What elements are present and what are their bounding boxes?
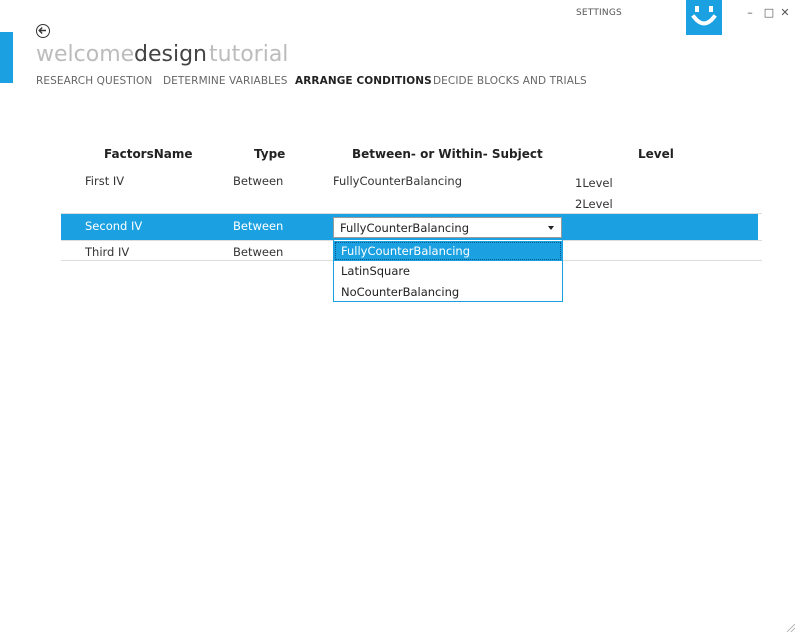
factor-type: Between	[233, 219, 284, 233]
close-button[interactable]: ✕	[779, 6, 791, 20]
factor-name: Second IV	[85, 219, 143, 233]
settings-link[interactable]: SETTINGS	[576, 8, 622, 18]
pivot-tutorial[interactable]: tutorial	[209, 42, 288, 67]
column-header-subject: Between- or Within- Subject	[352, 147, 543, 161]
maximize-button[interactable]: □	[763, 6, 775, 20]
factor-name: Third IV	[85, 245, 130, 259]
dropdown-option-latinsquare[interactable]: LatinSquare	[334, 261, 562, 281]
factor-name: First IV	[85, 174, 125, 188]
arrow-left-icon	[38, 27, 46, 34]
pivot-design[interactable]: design	[134, 42, 207, 67]
column-header-level: Level	[638, 147, 674, 161]
factor-type: Between	[233, 174, 284, 188]
level-item: 1Level	[575, 176, 613, 190]
dropdown-option-nocounterbalancing[interactable]: NoCounterBalancing	[334, 282, 562, 302]
left-accent-bar	[0, 32, 13, 83]
subnav-arrange-conditions[interactable]: ARRANGE CONDITIONS	[295, 75, 432, 87]
minimize-button[interactable]: –	[744, 6, 756, 20]
combobox-value: FullyCounterBalancing	[340, 221, 469, 235]
column-header-type: Type	[254, 147, 286, 161]
factor-subject: FullyCounterBalancing	[333, 174, 462, 188]
column-header-factorsname: FactorsName	[104, 147, 193, 161]
subnav-research-question[interactable]: RESEARCH QUESTION	[36, 75, 152, 87]
subnav-determine-variables[interactable]: DETERMINE VARIABLES	[163, 75, 288, 87]
chevron-down-icon[interactable]	[548, 226, 554, 230]
level-item: 2Level	[575, 197, 613, 211]
pivot-welcome[interactable]: welcome	[36, 42, 134, 67]
subject-combobox[interactable]: FullyCounterBalancing	[333, 217, 562, 238]
subnav-decide-blocks-and-trials[interactable]: DECIDE BLOCKS AND TRIALS	[433, 75, 587, 87]
factor-type: Between	[233, 245, 284, 259]
resize-grip-icon[interactable]	[787, 624, 795, 632]
smiley-icon[interactable]	[686, 0, 722, 35]
table-row[interactable]: First IV Between FullyCounterBalancing 1…	[61, 168, 758, 214]
dropdown-option-fullycounterbalancing[interactable]: FullyCounterBalancing	[334, 241, 562, 261]
subject-dropdown-list[interactable]: FullyCounterBalancing LatinSquare NoCoun…	[333, 239, 563, 302]
back-button[interactable]	[36, 24, 50, 38]
